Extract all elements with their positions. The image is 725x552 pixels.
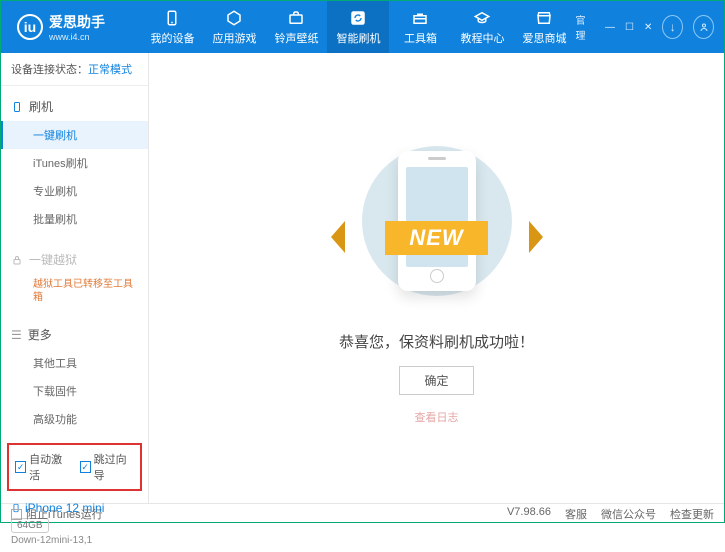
nav-ringtones[interactable]: 铃声壁纸: [265, 1, 327, 53]
checkbox-auto-activate[interactable]: ✓自动激活: [15, 451, 70, 483]
title-bar: iu 爱思助手 www.i4.cn 我的设备 应用游戏 铃声壁纸 智能刷机 工具…: [1, 1, 724, 53]
success-illustration: NEW: [327, 131, 547, 311]
options-highlight-box: ✓自动激活 ✓跳过向导: [7, 443, 142, 491]
sidebar-item-oneclick-flash[interactable]: 一键刷机: [1, 121, 148, 149]
sidebar-item-pro-flash[interactable]: 专业刷机: [1, 177, 148, 205]
download-icon[interactable]: ↓: [662, 15, 683, 39]
sidebar-item-advanced[interactable]: 高级功能: [1, 405, 148, 433]
maximize-icon[interactable]: ☐: [625, 22, 634, 33]
close-icon[interactable]: ✕: [644, 22, 652, 33]
briefcase-icon: [287, 9, 305, 27]
logo-icon: iu: [17, 14, 43, 40]
nav-smart-flash[interactable]: 智能刷机: [327, 1, 389, 53]
footer-link-wechat[interactable]: 微信公众号: [601, 506, 656, 522]
check-icon: ✓: [80, 461, 91, 473]
app-icon: [225, 9, 243, 27]
nav-my-device[interactable]: 我的设备: [141, 1, 203, 53]
toolbox-icon: [411, 9, 429, 27]
device-identifier: Down-12mini-13,1: [11, 535, 138, 546]
main-nav: 我的设备 应用游戏 铃声壁纸 智能刷机 工具箱 教程中心 爱思商城: [141, 1, 575, 53]
footer-link-update[interactable]: 检查更新: [670, 506, 714, 522]
user-icon[interactable]: [693, 15, 714, 39]
section-more[interactable]: ☰ 更多: [1, 320, 148, 349]
success-message: 恭喜您，保资料刷机成功啦！: [339, 331, 534, 352]
phone-icon: [11, 101, 23, 113]
checkbox-block-itunes[interactable]: [11, 509, 22, 520]
menu-icon: ☰: [11, 328, 22, 342]
section-jailbreak[interactable]: 一键越狱: [1, 245, 148, 274]
app-name: 爱思助手: [49, 12, 105, 32]
refresh-icon: [349, 9, 367, 27]
ok-button[interactable]: 确定: [399, 366, 473, 395]
device-block[interactable]: iPhone 12 mini 64GB Down-12mini-13,1: [1, 495, 148, 552]
store-icon: [535, 9, 553, 27]
sidebar-item-batch-flash[interactable]: 批量刷机: [1, 205, 148, 233]
version-label: V7.98.66: [507, 506, 551, 522]
nav-apps-games[interactable]: 应用游戏: [203, 1, 265, 53]
sidebar-item-other-tools[interactable]: 其他工具: [1, 349, 148, 377]
sidebar-item-itunes-flash[interactable]: iTunes刷机: [1, 149, 148, 177]
window-hint[interactable]: 官 理: [575, 12, 595, 42]
new-ribbon: NEW: [385, 221, 487, 255]
connection-status: 设备连接状态：正常模式: [1, 53, 148, 86]
checkbox-skip-guide[interactable]: ✓跳过向导: [80, 451, 135, 483]
window-controls: 官 理 — ☐ ✕ ↓: [575, 12, 724, 42]
block-itunes-label: 阻止iTunes运行: [26, 506, 103, 522]
main-panel: NEW 恭喜您，保资料刷机成功啦！ 确定 查看日志: [149, 53, 724, 503]
sidebar: 设备连接状态：正常模式 刷机 一键刷机 iTunes刷机 专业刷机 批量刷机 一…: [1, 53, 149, 503]
nav-store[interactable]: 爱思商城: [513, 1, 575, 53]
view-log-link[interactable]: 查看日志: [415, 409, 459, 425]
nav-toolbox[interactable]: 工具箱: [389, 1, 451, 53]
app-url: www.i4.cn: [49, 32, 105, 42]
check-icon: ✓: [15, 461, 26, 473]
sidebar-item-download-firmware[interactable]: 下载固件: [1, 377, 148, 405]
footer-link-support[interactable]: 客服: [565, 506, 587, 522]
phone-icon: [163, 9, 181, 27]
lock-icon: [11, 254, 23, 266]
jailbreak-note: 越狱工具已转移至工具箱: [1, 274, 148, 308]
graduation-icon: [473, 9, 491, 27]
nav-tutorials[interactable]: 教程中心: [451, 1, 513, 53]
logo-area: iu 爱思助手 www.i4.cn: [1, 12, 141, 42]
minimize-icon[interactable]: —: [605, 22, 615, 33]
section-flash[interactable]: 刷机: [1, 92, 148, 121]
